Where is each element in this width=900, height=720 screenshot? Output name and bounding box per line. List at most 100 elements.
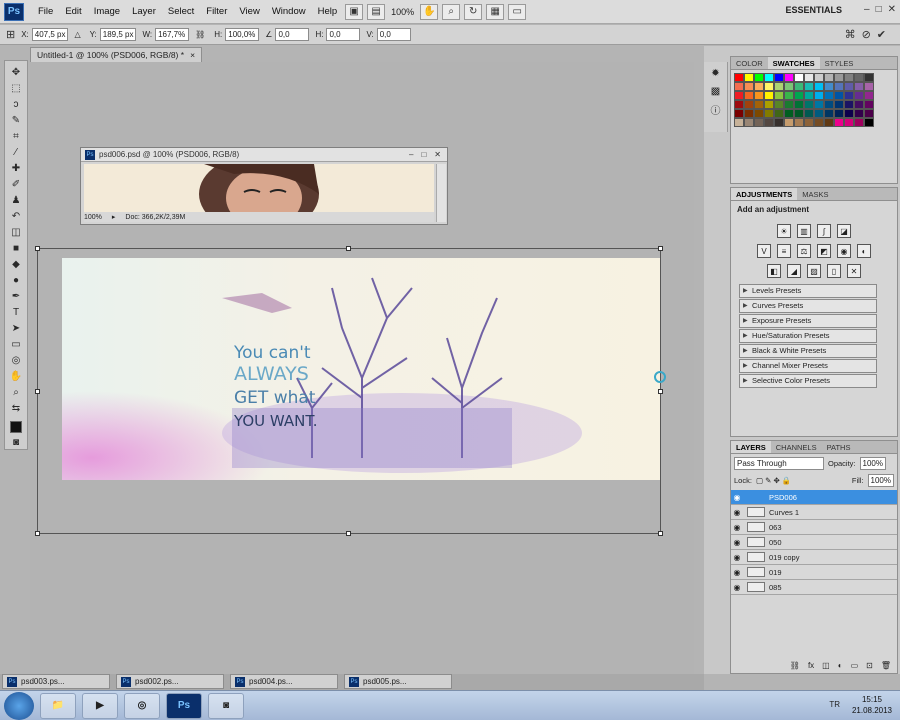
swatch-cell[interactable] <box>804 91 814 100</box>
swatch-cell[interactable] <box>744 118 754 127</box>
camera-app-icon[interactable]: ◙ <box>208 692 244 719</box>
history-brush-tool-icon[interactable]: ↶ <box>7 209 25 223</box>
commit-transform-icon[interactable]: ✔ <box>877 28 886 41</box>
eye-icon[interactable]: ◉ <box>731 583 743 592</box>
swatch-cell[interactable] <box>854 100 864 109</box>
maximize-icon[interactable]: □ <box>876 4 882 15</box>
link-layers-icon[interactable]: ⛓ <box>790 661 800 670</box>
swatch-cell[interactable] <box>734 91 744 100</box>
language-indicator[interactable]: TR <box>829 700 840 709</box>
threshold-icon[interactable]: ▨ <box>807 264 821 278</box>
blur-tool-icon[interactable]: ◆ <box>7 257 25 271</box>
quick-mask-icon[interactable]: ◙ <box>7 435 25 449</box>
transform-handle-right[interactable] <box>658 389 663 394</box>
rotate-view-icon[interactable]: ↻ <box>464 3 483 20</box>
tab-swatches[interactable]: SWATCHES <box>767 57 820 69</box>
swatch-cell[interactable] <box>834 109 844 118</box>
marquee-tool-icon[interactable]: ⬚ <box>7 81 25 95</box>
curves-icon[interactable]: ∫ <box>817 224 831 238</box>
swatch-cell[interactable] <box>744 91 754 100</box>
preset-levels[interactable]: Levels Presets <box>739 284 877 298</box>
swatch-cell[interactable] <box>854 118 864 127</box>
zoom-level[interactable]: 100% <box>387 7 418 17</box>
rotate-field[interactable]: 0,0 <box>275 28 310 41</box>
opacity-field[interactable]: 100% <box>859 457 886 470</box>
quick-select-tool-icon[interactable]: ✎ <box>7 113 25 127</box>
eye-icon[interactable]: ◉ <box>731 538 743 547</box>
type-tool-icon[interactable]: T <box>7 305 25 319</box>
foreground-color-swatch[interactable] <box>10 421 22 433</box>
swatch-cell[interactable] <box>744 82 754 91</box>
screen-mode-icon[interactable]: ▭ <box>508 3 527 20</box>
layer-row[interactable]: ◉ 050 <box>731 535 897 550</box>
menu-window[interactable]: Window <box>266 6 312 17</box>
swatch-cell[interactable] <box>834 91 844 100</box>
x-field[interactable]: 407,5 px <box>31 28 69 41</box>
warp-icon[interactable]: ⌘ <box>845 28 856 41</box>
swatch-cell[interactable] <box>794 82 804 91</box>
menu-layer[interactable]: Layer <box>126 6 162 17</box>
swatch-cell[interactable] <box>774 91 784 100</box>
swatch-cell[interactable] <box>824 82 834 91</box>
hskew-field[interactable]: 0,0 <box>326 28 361 41</box>
swatch-cell[interactable] <box>734 82 744 91</box>
floating-window-titlebar[interactable]: Ps psd006.psd @ 100% (PSD006, RGB/8) – □… <box>81 148 447 162</box>
tab-adjustments[interactable]: ADJUSTMENTS <box>731 188 798 200</box>
layer-row[interactable]: ◉ 019 <box>731 565 897 580</box>
channel-mixer-icon[interactable]: ◐ <box>857 244 871 258</box>
swatch-cell[interactable] <box>764 109 774 118</box>
swatch-cell[interactable] <box>774 100 784 109</box>
swatch-cell[interactable] <box>804 73 814 82</box>
brush-tool-icon[interactable]: ✐ <box>7 177 25 191</box>
document-tab-close-icon[interactable]: × <box>190 50 195 61</box>
minimized-doc[interactable]: Ps psd004.ps... <box>230 674 338 689</box>
minimized-doc[interactable]: Ps psd003.ps... <box>2 674 110 689</box>
swatch-cell[interactable] <box>744 100 754 109</box>
menu-filter[interactable]: Filter <box>200 6 233 17</box>
layer-row[interactable]: ◉ 085 <box>731 580 897 595</box>
layer-row[interactable]: ◉ 019 copy <box>731 550 897 565</box>
reference-point-icon[interactable]: ⊞ <box>6 28 15 41</box>
zoom-tool-icon[interactable]: ⌕ <box>7 385 25 399</box>
menu-image[interactable]: Image <box>88 6 126 17</box>
navigator-icon[interactable]: ✹ <box>707 66 725 80</box>
swatch-cell[interactable] <box>814 109 824 118</box>
invert-icon[interactable]: ◧ <box>767 264 781 278</box>
media-player-icon[interactable]: ▶ <box>82 692 118 719</box>
swatch-cell[interactable] <box>854 109 864 118</box>
swatch-cell[interactable] <box>794 73 804 82</box>
preset-hue-saturation[interactable]: Hue/Saturation Presets <box>739 329 877 343</box>
tab-styles[interactable]: STYLES <box>820 57 859 69</box>
swatch-cell[interactable] <box>844 91 854 100</box>
black-white-icon[interactable]: ◩ <box>817 244 831 258</box>
swatch-cell[interactable] <box>824 91 834 100</box>
photoshop-taskbar-icon[interactable]: Ps <box>166 692 202 719</box>
menu-view[interactable]: View <box>233 6 265 17</box>
histogram-icon[interactable]: ▩ <box>707 84 725 98</box>
swatch-cell[interactable] <box>764 82 774 91</box>
swatch-cell[interactable] <box>804 100 814 109</box>
color-balance-icon[interactable]: ⚖ <box>797 244 811 258</box>
transform-handle-tr[interactable] <box>658 246 663 251</box>
swatch-cell[interactable] <box>804 109 814 118</box>
vibrance-icon[interactable]: V <box>757 244 771 258</box>
hand-tool-icon[interactable]: ✋ <box>420 3 439 20</box>
blend-mode-select[interactable]: Pass Through <box>734 457 824 470</box>
hue-saturation-icon[interactable]: ≡ <box>777 244 791 258</box>
swatch-cell[interactable] <box>744 73 754 82</box>
preset-selective-color[interactable]: Selective Color Presets <box>739 374 877 388</box>
swatch-cell[interactable] <box>864 100 874 109</box>
layer-row[interactable]: ◉ 063 <box>731 520 897 535</box>
workspace-switcher[interactable]: ESSENTIALS <box>785 5 842 15</box>
swatch-cell[interactable] <box>854 82 864 91</box>
healing-tool-icon[interactable]: ✚ <box>7 161 25 175</box>
swatch-cell[interactable] <box>784 91 794 100</box>
swatch-cell[interactable] <box>774 109 784 118</box>
preset-exposure[interactable]: Exposure Presets <box>739 314 877 328</box>
layer-row[interactable]: ◉ Curves 1 <box>731 505 897 520</box>
swatch-cell[interactable] <box>754 73 764 82</box>
vskew-field[interactable]: 0,0 <box>376 28 411 41</box>
new-adjustment-icon[interactable]: ◐ <box>838 661 843 670</box>
zoom-tool-icon[interactable]: ⌕ <box>442 3 461 20</box>
fill-field[interactable]: 100% <box>867 474 894 487</box>
